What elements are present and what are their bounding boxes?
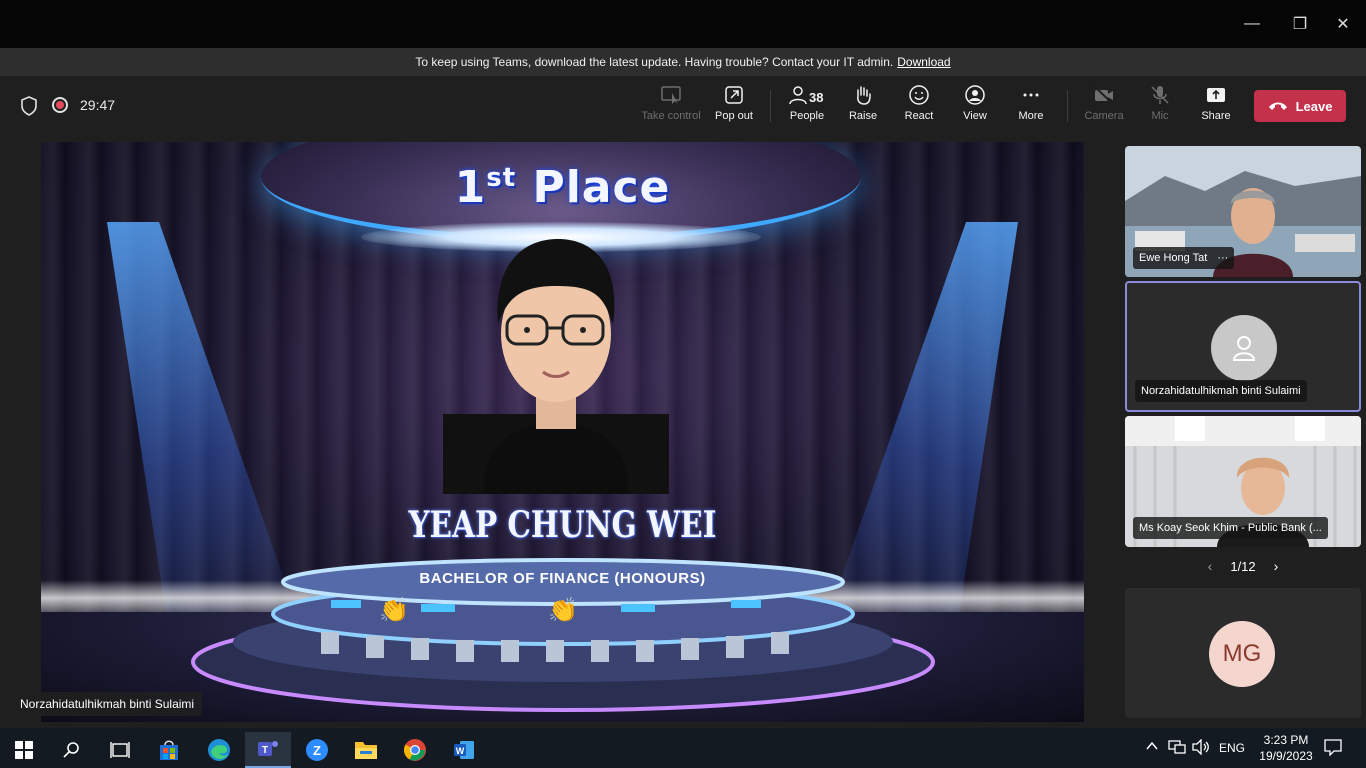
participant-initials-avatar: MG: [1209, 621, 1275, 687]
toolbar-divider: [770, 90, 771, 122]
volume-icon[interactable]: [1192, 738, 1210, 758]
download-link[interactable]: Download: [897, 55, 950, 69]
update-banner-message: To keep using Teams, download the latest…: [415, 55, 894, 69]
record-icon: [52, 97, 68, 113]
svg-text:W: W: [456, 746, 465, 756]
chrome-icon[interactable]: [392, 732, 438, 768]
people-label: People: [789, 110, 825, 122]
place-title: 1st Place: [41, 162, 1084, 213]
take-control-button[interactable]: Take control: [641, 84, 701, 130]
window-title-bar: — ❐ ✕: [0, 0, 1366, 48]
meeting-timer: 29:47: [80, 97, 116, 113]
place-number: 1: [454, 162, 487, 213]
page-indicator: 1/12: [1230, 558, 1256, 574]
windows-taskbar: T Z W ENG 3:23 PM 19/9/2023: [0, 728, 1366, 768]
input-language[interactable]: ENG: [1219, 741, 1245, 755]
next-page-icon[interactable]: ›: [1274, 558, 1279, 574]
share-icon: [1207, 88, 1225, 102]
clock-date: 19/9/2023: [1259, 749, 1313, 763]
zoom-icon[interactable]: Z: [294, 732, 340, 768]
clock-time: 3:23 PM: [1263, 733, 1309, 747]
participant-tile[interactable]: Ms Koay Seok Khim - Public Bank (...: [1125, 416, 1361, 547]
mic-off-icon: [1151, 86, 1169, 104]
pop-out-icon: [725, 86, 743, 104]
shared-content-stage: 1st Place YEAP CHUNG WEI BACHELOR OF FIN…: [41, 142, 1084, 722]
participant-name-label: Ewe Hong Tat ···: [1133, 247, 1235, 269]
search-icon[interactable]: [49, 732, 95, 768]
hang-up-icon: [1268, 102, 1287, 110]
react-button[interactable]: React: [889, 84, 949, 130]
shield-icon[interactable]: [20, 96, 38, 116]
participant-name: Ms Koay Seok Khim - Public Bank (...: [1139, 522, 1322, 534]
svg-text:Z: Z: [313, 743, 321, 758]
word-icon[interactable]: W: [441, 732, 487, 768]
people-count: 38: [809, 90, 824, 105]
teams-icon[interactable]: T: [245, 732, 291, 768]
take-control-icon: [661, 86, 681, 104]
more-label: More: [1018, 110, 1044, 122]
svg-text:T: T: [262, 745, 268, 756]
clap-reaction: 👏: [548, 597, 578, 624]
place-word: Place: [532, 162, 671, 213]
raise-hand-button[interactable]: Raise: [833, 84, 893, 130]
view-button[interactable]: View: [945, 84, 1005, 130]
gallery-pager: ‹ 1/12 ›: [1125, 556, 1361, 576]
task-view-icon[interactable]: [97, 732, 143, 768]
network-icon[interactable]: [1168, 740, 1186, 757]
edge-icon[interactable]: [196, 732, 242, 768]
mic-button[interactable]: Mic: [1130, 84, 1190, 130]
pop-out-label: Pop out: [715, 110, 753, 122]
react-label: React: [904, 110, 934, 122]
winner-portrait: [443, 239, 669, 494]
presenter-name-label: Norzahidatulhikmah binti Sulaimi: [12, 692, 203, 716]
meeting-toolbar: 29:47 Take control Pop out 38 People Rai…: [0, 76, 1366, 136]
camera-label: Camera: [1084, 110, 1124, 122]
clap-reaction: 👏: [379, 597, 409, 624]
participant-tile-active-speaker[interactable]: Norzahidatulhikmah binti Sulaimi: [1125, 281, 1361, 412]
store-icon[interactable]: [146, 732, 192, 768]
camera-button[interactable]: Camera: [1074, 84, 1134, 130]
participant-name: Ewe Hong Tat: [1139, 252, 1208, 264]
people-icon: [789, 86, 807, 105]
participant-tile-overflow[interactable]: MG: [1125, 588, 1361, 718]
update-banner: To keep using Teams, download the latest…: [0, 48, 1366, 76]
person-avatar-icon: [1211, 315, 1277, 381]
leave-button[interactable]: Leave: [1254, 90, 1346, 122]
winner-degree: BACHELOR OF FINANCE (HONOURS): [419, 570, 706, 587]
show-hidden-icons-icon[interactable]: [1145, 739, 1159, 756]
toolbar-divider: [1067, 90, 1068, 122]
people-button[interactable]: 38 People: [777, 84, 837, 130]
file-explorer-icon[interactable]: [343, 732, 389, 768]
mic-label: Mic: [1151, 110, 1169, 122]
participant-name-label: Ms Koay Seok Khim - Public Bank (...: [1133, 517, 1328, 539]
winner-name: YEAP CHUNG WEI: [408, 504, 717, 546]
participant-name-label: Norzahidatulhikmah binti Sulaimi: [1135, 380, 1307, 402]
minimize-button[interactable]: —: [1229, 0, 1275, 48]
share-button[interactable]: Share: [1186, 84, 1246, 130]
take-control-label: Take control: [641, 110, 701, 122]
share-label: Share: [1201, 110, 1231, 122]
camera-off-icon: [1094, 86, 1114, 105]
participant-tile[interactable]: Ewe Hong Tat ···: [1125, 146, 1361, 277]
place-ordinal: st: [486, 163, 517, 193]
previous-page-icon[interactable]: ‹: [1208, 558, 1213, 574]
raise-label: Raise: [848, 110, 878, 122]
more-icon: [1023, 93, 1039, 97]
system-clock[interactable]: 3:23 PM 19/9/2023: [1250, 732, 1322, 764]
leave-label: Leave: [1295, 98, 1333, 114]
view-icon: [965, 85, 985, 105]
view-label: View: [963, 110, 987, 122]
smiley-icon: [909, 85, 929, 105]
raise-hand-icon: [857, 86, 871, 105]
more-button[interactable]: More: [1001, 84, 1061, 130]
participant-name: Norzahidatulhikmah binti Sulaimi: [1141, 385, 1301, 397]
participant-more-icon[interactable]: ···: [1217, 252, 1228, 264]
close-button[interactable]: ✕: [1320, 0, 1366, 48]
pop-out-button[interactable]: Pop out: [704, 84, 764, 130]
maximize-button[interactable]: ❐: [1277, 0, 1323, 48]
start-icon[interactable]: [1, 732, 47, 768]
notification-icon[interactable]: [1324, 738, 1342, 759]
